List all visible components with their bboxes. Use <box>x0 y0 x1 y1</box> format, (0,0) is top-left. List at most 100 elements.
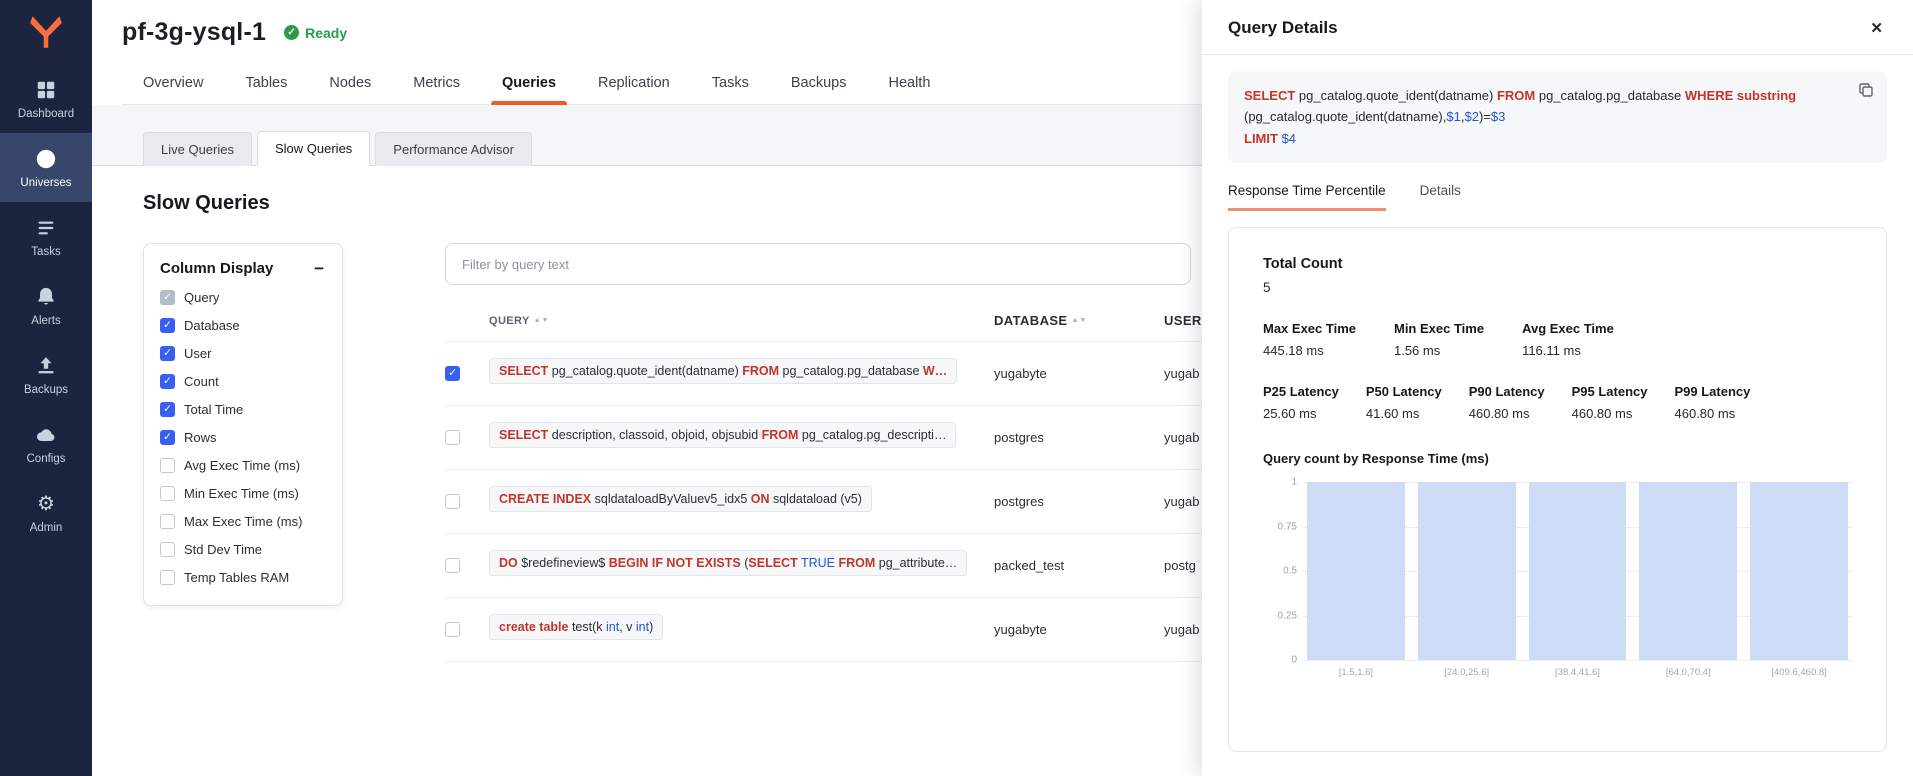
column-option-max-exec-time-ms[interactable]: Max Exec Time (ms) <box>160 514 326 529</box>
query-text[interactable]: SELECT pg_catalog.quote_ident(datname) F… <box>489 358 957 384</box>
tab-metrics[interactable]: Metrics <box>392 62 481 104</box>
x-tick-label: [64.0,70.4] <box>1639 667 1737 678</box>
column-header-database[interactable]: DATABASE▲▼ <box>994 313 1164 328</box>
checkbox[interactable]: ✓ <box>160 346 175 361</box>
subtab-live-queries[interactable]: Live Queries <box>143 132 252 166</box>
sql-token: pg_catalog.quote_ident(datname) <box>1295 88 1497 103</box>
column-option-total-time[interactable]: ✓ Total Time <box>160 402 326 417</box>
checkbox[interactable] <box>160 514 175 529</box>
column-option-temp-tables-ram[interactable]: Temp Tables RAM <box>160 570 326 585</box>
checkbox[interactable]: ✓ <box>160 290 175 305</box>
collapse-icon[interactable]: − <box>312 260 326 277</box>
yugabyte-logo[interactable] <box>0 0 92 64</box>
chart-bar <box>1418 482 1516 660</box>
checkbox[interactable]: ✓ <box>160 402 175 417</box>
sidebar-item-configs[interactable]: Configs <box>0 409 92 478</box>
column-option-min-exec-time-ms[interactable]: Min Exec Time (ms) <box>160 486 326 501</box>
column-option-std-dev-time[interactable]: Std Dev Time <box>160 542 326 557</box>
stat-label: P99 Latency <box>1675 384 1751 399</box>
sidebar-item-backups[interactable]: Backups <box>0 340 92 409</box>
sql-token: pg_catalog.pg_database <box>1535 88 1685 103</box>
tab-tables[interactable]: Tables <box>224 62 308 104</box>
query-cell: SELECT description, classoid, objoid, ob… <box>489 422 994 453</box>
tab-queries[interactable]: Queries <box>481 62 577 104</box>
query-sql-text: SELECT pg_catalog.quote_ident(datname) F… <box>1244 88 1796 146</box>
sort-icons[interactable]: ▲▼ <box>1072 317 1088 324</box>
x-tick-label: [38.4,41.6] <box>1529 667 1627 678</box>
sidebar-nav: Dashboard Universes Tasks Alerts Backups <box>0 64 92 547</box>
column-header-query[interactable]: QUERY▲▼ <box>489 315 994 327</box>
details-tab-response-time-percentile[interactable]: Response Time Percentile <box>1228 183 1386 211</box>
query-filter-input[interactable] <box>445 243 1191 285</box>
sidebar-item-label: Alerts <box>31 315 60 327</box>
sort-icons[interactable]: ▲▼ <box>534 317 550 324</box>
response-time-chart: 00.250.50.751 [1.5,1.6][24.0,25.6][38.4,… <box>1263 482 1852 678</box>
sql-token: $redefineview$ <box>518 556 609 570</box>
tab-health[interactable]: Health <box>867 62 951 104</box>
sidebar-item-admin[interactable]: ⚙ Admin <box>0 478 92 547</box>
stat-label: P90 Latency <box>1469 384 1545 399</box>
row-checkbox[interactable]: ✓ <box>445 366 460 381</box>
query-text[interactable]: CREATE INDEX sqldataloadByValuev5_idx5 O… <box>489 486 872 512</box>
column-option-rows[interactable]: ✓Rows <box>160 430 326 445</box>
sql-token: WHERE substring <box>1685 88 1796 103</box>
sidebar-item-dashboard[interactable]: Dashboard <box>0 64 92 133</box>
checkbox[interactable] <box>160 458 175 473</box>
row-checkbox[interactable] <box>445 558 460 573</box>
column-option-label: Count <box>184 374 219 389</box>
configs-cloud-icon <box>35 424 57 446</box>
column-option-query[interactable]: ✓Query <box>160 290 326 305</box>
sidebar-item-tasks[interactable]: Tasks <box>0 202 92 271</box>
checkbox[interactable] <box>160 542 175 557</box>
close-icon[interactable]: ✕ <box>1866 17 1887 39</box>
latency-stats: P25 Latency25.60 msP50 Latency41.60 msP9… <box>1263 384 1852 421</box>
checkbox[interactable]: ✓ <box>160 374 175 389</box>
copy-icon[interactable] <box>1858 82 1874 98</box>
tab-backups[interactable]: Backups <box>770 62 868 104</box>
stat-avg-exec-time: Avg Exec Time116.11 ms <box>1522 321 1614 358</box>
column-option-label: Database <box>184 318 240 333</box>
column-option-avg-exec-time-ms[interactable]: Avg Exec Time (ms) <box>160 458 326 473</box>
column-option-label: Total Time <box>184 402 243 417</box>
column-option-label: Max Exec Time (ms) <box>184 514 302 529</box>
row-checkbox-cell <box>445 622 489 637</box>
yugabyte-logo-icon <box>28 14 64 50</box>
sql-token: test(k <box>568 620 606 634</box>
universes-icon <box>35 148 57 170</box>
stat-label: P25 Latency <box>1263 384 1339 399</box>
tab-nodes[interactable]: Nodes <box>308 62 392 104</box>
column-option-count[interactable]: ✓ Count <box>160 374 326 389</box>
row-checkbox[interactable] <box>445 622 460 637</box>
query-text[interactable]: DO $redefineview$ BEGIN IF NOT EXISTS (S… <box>489 550 967 576</box>
tab-tasks[interactable]: Tasks <box>691 62 770 104</box>
checkbox[interactable] <box>160 486 175 501</box>
query-text[interactable]: SELECT description, classoid, objoid, ob… <box>489 422 956 448</box>
x-tick-label: [24.0,25.6] <box>1418 667 1516 678</box>
sidebar-item-alerts[interactable]: Alerts <box>0 271 92 340</box>
checkbox[interactable]: ✓ <box>160 318 175 333</box>
row-checkbox[interactable] <box>445 494 460 509</box>
subtab-slow-queries[interactable]: Slow Queries <box>257 131 370 166</box>
query-text[interactable]: create table test(k int, v int) <box>489 614 663 640</box>
details-tab-details[interactable]: Details <box>1420 183 1461 211</box>
sql-token: pg_catalog.pg_database <box>779 364 923 378</box>
column-option-label: Avg Exec Time (ms) <box>184 458 300 473</box>
checkbox[interactable] <box>160 570 175 585</box>
column-option-user[interactable]: ✓User <box>160 346 326 361</box>
stat-value: 460.80 ms <box>1675 406 1751 421</box>
sidebar-item-label: Configs <box>27 453 66 465</box>
chart-bars <box>1303 482 1852 660</box>
y-tick-label: 0.25 <box>1261 610 1297 621</box>
chart-plot: 00.250.50.751 <box>1303 482 1852 660</box>
tab-overview[interactable]: Overview <box>122 62 224 104</box>
tab-replication[interactable]: Replication <box>577 62 691 104</box>
sql-token: LIMIT <box>1244 131 1278 146</box>
column-option-database[interactable]: ✓ Database <box>160 318 326 333</box>
database-cell: packed_test <box>994 558 1164 573</box>
sidebar-item-universes[interactable]: Universes <box>0 133 92 202</box>
checkbox[interactable]: ✓ <box>160 430 175 445</box>
subtab-performance-advisor[interactable]: Performance Advisor <box>375 132 532 166</box>
percentile-card: Total Count 5 Max Exec Time445.18 msMin … <box>1228 227 1887 752</box>
row-checkbox[interactable] <box>445 430 460 445</box>
stat-value: 1.56 ms <box>1394 343 1484 358</box>
